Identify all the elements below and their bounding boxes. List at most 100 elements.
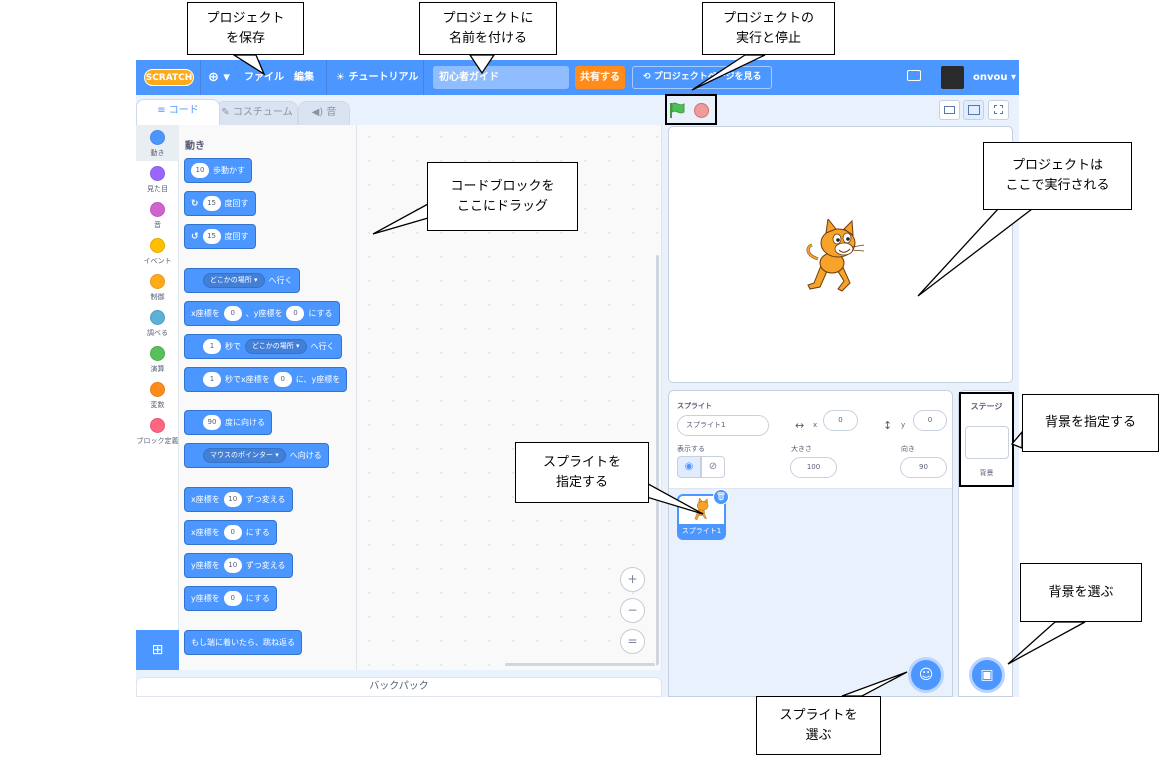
block-input[interactable]: 10 <box>191 163 209 178</box>
callout-set-sprite: スプライトを 指定する <box>515 442 649 503</box>
category-motion[interactable]: 動き <box>136 125 179 161</box>
sprite-name-field[interactable]: スプライト1 <box>677 415 769 436</box>
block-set-y[interactable]: y座標を 0 にする <box>184 586 277 611</box>
block-go-to-xy[interactable]: x座標を 0 、y座標を 0 にする <box>184 301 340 326</box>
tab-code[interactable]: ≡ コード <box>136 99 220 125</box>
backpack[interactable]: バックパック <box>136 677 662 697</box>
category-looks[interactable]: 見た目 <box>136 163 179 194</box>
block-bounce-on-edge[interactable]: もし端に着いたら、跳ね返る <box>184 630 302 655</box>
block-turn-right[interactable]: ↻ 15 度回す <box>184 191 256 216</box>
eye-slash-icon: ⊘ <box>708 461 718 472</box>
show-sprite-button[interactable]: ◉ <box>677 456 701 478</box>
callout-choose-backdrop: 背景を選ぶ <box>1020 563 1142 622</box>
block-text: 歩動かす <box>213 166 245 175</box>
category-label: 演算 <box>150 365 165 373</box>
block-input[interactable]: 10 <box>223 492 242 507</box>
globe-icon[interactable]: ⊕ ▾ <box>208 60 230 95</box>
folder-icon[interactable] <box>907 70 921 81</box>
share-button[interactable]: 共有する <box>575 66 625 89</box>
block-glide-to-xy[interactable]: 1 秒でx座標を 0 に、y座標を <box>184 367 348 392</box>
choose-sprite-button[interactable]: ☺ <box>908 657 944 693</box>
cat-thumbnail-icon <box>694 498 709 521</box>
category-label: 調べる <box>147 329 168 337</box>
account-menu[interactable]: onvou ▾ <box>973 60 1016 95</box>
block-input[interactable]: 0 <box>223 525 242 540</box>
project-title-input[interactable]: 初心者ガイド <box>433 66 569 89</box>
cat-sprite[interactable] <box>804 219 868 293</box>
category-my-blocks[interactable]: ブロック定義 <box>136 415 179 446</box>
fullscreen-button[interactable] <box>988 100 1009 120</box>
block-point-towards[interactable]: マウスのポインター ▾ へ向ける <box>184 443 329 468</box>
add-extension-button[interactable]: ⊞ <box>136 630 179 670</box>
normal-stage-button[interactable] <box>963 100 984 120</box>
menu-edit[interactable]: 編集 <box>294 60 314 95</box>
category-events[interactable]: イベント <box>136 235 179 266</box>
block-move-steps[interactable]: 10 歩動かす <box>184 158 252 183</box>
zoom-out-button[interactable]: − <box>620 598 645 623</box>
x-position-field[interactable]: 0 <box>823 410 858 431</box>
block-dropdown[interactable]: どこかの場所 ▾ <box>245 339 307 354</box>
block-input[interactable]: 15 <box>202 229 221 244</box>
block-dropdown[interactable]: マウスのポインター ▾ <box>203 448 286 463</box>
workspace-hscrollbar[interactable] <box>505 663 655 666</box>
block-input[interactable]: 1 <box>203 372 221 387</box>
direction-label: 向き <box>901 445 915 453</box>
block-input[interactable]: 10 <box>223 558 242 573</box>
block-text: もし端に着いたら、跳ね返る <box>191 638 295 647</box>
block-set-x[interactable]: x座標を 0 にする <box>184 520 277 545</box>
rotate-left-icon: ↺ <box>191 231 199 242</box>
category-control[interactable]: 制御 <box>136 271 179 302</box>
block-text: にする <box>308 309 333 318</box>
workspace-vscrollbar[interactable] <box>656 255 659 665</box>
block-text: にする <box>245 594 270 603</box>
block-input[interactable]: 0 <box>223 591 242 606</box>
scratch-logo[interactable]: SCRATCH <box>144 69 194 86</box>
tab-costumes-label: コスチューム <box>232 107 293 118</box>
zoom-in-button[interactable]: + <box>620 567 645 592</box>
size-field[interactable]: 100 <box>790 457 837 478</box>
category-label: 動き <box>150 149 165 157</box>
small-stage-button[interactable] <box>939 100 960 120</box>
block-point-in-direction[interactable]: 90 度に向ける <box>184 410 272 435</box>
block-text: 秒でx座標を <box>225 375 270 384</box>
category-label: ブロック定義 <box>136 437 179 445</box>
normal-stage-icon <box>968 105 980 115</box>
block-input[interactable]: 0 <box>223 306 242 321</box>
choose-backdrop-button[interactable]: ▣ <box>969 657 1005 693</box>
stage[interactable] <box>668 126 1013 383</box>
category-sound[interactable]: 音 <box>136 199 179 230</box>
block-input[interactable]: 1 <box>203 339 221 354</box>
delete-sprite-button[interactable]: 🗑 <box>713 489 729 505</box>
block-input[interactable]: 0 <box>286 306 305 321</box>
run-controls-highlight <box>665 94 717 125</box>
block-text: 度回す <box>224 232 249 241</box>
category-dot <box>150 202 165 217</box>
y-position-field[interactable]: 0 <box>913 410 947 431</box>
zoom-reset-icon: = <box>627 634 638 648</box>
category-operators[interactable]: 演算 <box>136 343 179 374</box>
block-glide-to[interactable]: 1 秒で どこかの場所 ▾ へ行く <box>184 334 342 359</box>
see-project-page-button[interactable]: ⟲ プロジェクトページを見る <box>632 66 772 89</box>
block-dropdown[interactable]: どこかの場所 ▾ <box>203 273 265 288</box>
avatar[interactable] <box>941 66 964 89</box>
tutorials-menu[interactable]: ☀ チュートリアル <box>336 60 418 95</box>
block-input[interactable]: 0 <box>273 372 292 387</box>
category-sensing[interactable]: 調べる <box>136 307 179 338</box>
block-turn-left[interactable]: ↺ 15 度回す <box>184 224 256 249</box>
hide-sprite-button[interactable]: ⊘ <box>701 456 725 478</box>
block-input[interactable]: 15 <box>202 196 221 211</box>
callout-save-project: プロジェクト を保存 <box>187 2 304 55</box>
block-text: へ行く <box>268 276 293 285</box>
block-change-y[interactable]: y座標を 10 ずつ変える <box>184 553 293 578</box>
block-change-x[interactable]: x座標を 10 ずつ変える <box>184 487 293 512</box>
block-go-to[interactable]: どこかの場所 ▾ へ行く <box>184 268 300 293</box>
menu-file[interactable]: ファイル <box>244 60 284 95</box>
block-input[interactable]: 90 <box>203 415 221 430</box>
category-label: 制御 <box>150 293 165 301</box>
category-variables[interactable]: 変数 <box>136 379 179 410</box>
direction-field[interactable]: 90 <box>900 457 947 478</box>
block-text: 度に向ける <box>225 418 265 427</box>
zoom-reset-button[interactable]: = <box>620 629 645 654</box>
tab-costumes[interactable]: ✎ コスチューム <box>216 101 298 125</box>
tab-sounds[interactable]: ◀) 音 <box>298 101 350 125</box>
